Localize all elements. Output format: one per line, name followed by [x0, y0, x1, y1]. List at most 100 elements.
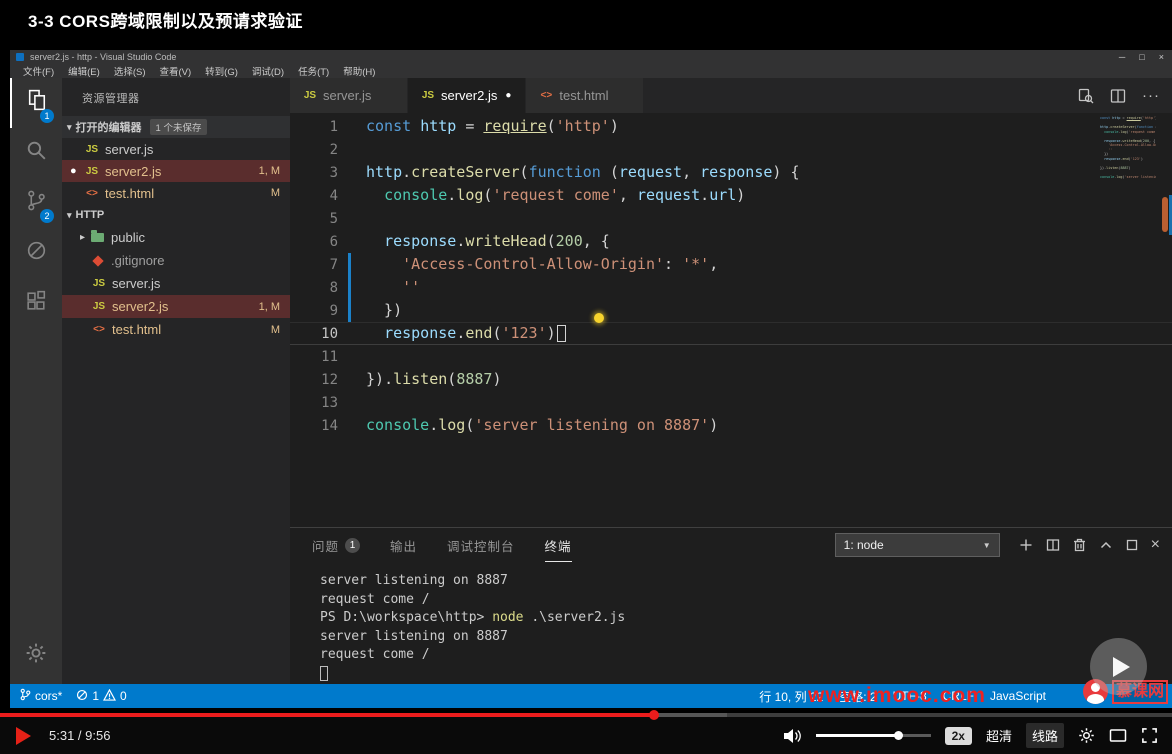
menu-item[interactable]: 查看(V) [152, 64, 198, 78]
open-editor-item[interactable]: <> test.html M [62, 182, 290, 204]
code-token: request [636, 186, 701, 204]
panel-tab-label: 终端 [544, 539, 572, 554]
activitybar-debug[interactable] [10, 228, 62, 278]
file-tree-item[interactable]: JS server2.js 1, M [62, 295, 290, 318]
folder-header[interactable]: ▾ HTTP [62, 204, 290, 226]
quality-button[interactable]: 超清 [986, 726, 1012, 745]
open-editors-header[interactable]: ▾ 打开的编辑器 1 个未保存 [62, 116, 290, 138]
volume-slider[interactable] [815, 731, 931, 740]
dirty-dot: ● [70, 165, 77, 177]
activitybar-extensions[interactable] [10, 278, 62, 328]
terminal-picker[interactable]: 1: node ▼ [834, 533, 1000, 557]
vscode-logo-icon [16, 53, 24, 61]
code-token: }) [366, 301, 403, 319]
menu-item[interactable]: 编辑(E) [61, 64, 107, 78]
settings-gear-icon[interactable] [10, 628, 62, 678]
close-panel-icon[interactable]: × [1151, 536, 1160, 554]
code-token: : [664, 255, 683, 273]
minimap-token: '123' [1130, 156, 1141, 161]
speed-button[interactable]: 2x [944, 726, 972, 745]
minimap-token: createServer [1110, 125, 1135, 129]
fullscreen-icon[interactable] [1141, 727, 1158, 744]
menu-item[interactable]: 帮助(H) [336, 64, 382, 78]
menu-item[interactable]: 文件(F) [16, 64, 61, 78]
statusbar-left: cors* 1 0 [20, 688, 127, 704]
file-tree-item[interactable]: JS server.js [62, 272, 290, 295]
activitybar-search[interactable] [10, 128, 62, 178]
code-token: response [384, 232, 457, 250]
volume-icon[interactable] [782, 728, 802, 744]
activitybar-explorer[interactable]: 1 [10, 78, 62, 128]
route-button[interactable]: 线路 [1025, 723, 1064, 748]
editor-tab[interactable]: JS server.js [290, 78, 408, 113]
problems-indicator[interactable]: 1 0 [76, 688, 127, 704]
kill-terminal-icon[interactable] [1073, 538, 1086, 552]
split-editor-icon[interactable] [1110, 88, 1126, 104]
open-preview-icon[interactable] [1078, 88, 1094, 104]
split-terminal-icon[interactable] [1046, 538, 1060, 552]
panel-tab[interactable]: 调试控制台 [447, 528, 515, 562]
terminal-token: server listening on 8887 [320, 628, 508, 644]
new-terminal-icon[interactable] [1019, 538, 1033, 552]
play-button[interactable] [16, 726, 31, 745]
code-token: ) [609, 117, 619, 135]
controls-row: 5:31 / 9:56 2x 超清 线路 [0, 717, 1172, 754]
file-tree-item[interactable]: .gitignore [62, 249, 290, 272]
menu-item[interactable]: 转到(G) [198, 64, 245, 78]
maximize-icon[interactable]: □ [1139, 52, 1144, 62]
file-tree-item[interactable]: <> test.html M [62, 318, 290, 341]
player-settings-gear-icon[interactable] [1078, 727, 1095, 744]
menu-item[interactable]: 任务(T) [291, 64, 336, 78]
activitybar-source-control[interactable]: 2 [10, 178, 62, 228]
maximize-panel-icon[interactable] [1126, 539, 1138, 551]
code-token: response [700, 163, 773, 181]
code-token: console [366, 416, 430, 434]
menu-item[interactable]: 选择(S) [107, 64, 153, 78]
terminal[interactable]: server listening on 8887 request come / PS… [320, 572, 1152, 683]
menu-item[interactable]: 调试(D) [245, 64, 291, 78]
code-editor[interactable]: 1 const http = require('http') 2 3 http.crea… [290, 113, 1172, 527]
editor-tab[interactable]: JS server2.js ● [408, 78, 527, 113]
git-branch-indicator[interactable]: cors* [20, 688, 62, 704]
more-actions-icon[interactable]: ··· [1142, 87, 1160, 104]
code-token: . [384, 370, 394, 388]
panel-tab[interactable]: 输出 [390, 528, 417, 562]
terminal-line: PS D:\workspace\http> node .\server2.js [320, 609, 1152, 628]
lesson-title: 3-3 CORS跨域限制以及预请求验证 [28, 12, 303, 31]
panel-tab[interactable]: 终端 [545, 528, 572, 562]
minimize-icon[interactable]: ─ [1119, 52, 1125, 62]
tab-label: test.html [559, 88, 609, 103]
overlay-play-button[interactable] [1090, 638, 1147, 695]
statusbar-item[interactable]: JavaScript [990, 689, 1046, 703]
terminal-token: request come / [320, 591, 430, 607]
warning-icon [102, 688, 117, 704]
explorer-badge: 1 [40, 109, 54, 123]
code-line: 7 'Access-Control-Allow-Origin': '*', [290, 253, 1172, 276]
overview-warning-marker [1162, 197, 1168, 232]
video-frame: 3-3 CORS跨域限制以及预请求验证 server2.js - http - … [0, 0, 1172, 754]
editor-scrollbar[interactable] [1158, 113, 1172, 527]
debug-icon [24, 238, 49, 268]
code-line: 3 http.createServer(function (request, re… [290, 161, 1172, 184]
minimap[interactable]: const http = require('http')http.createS… [1100, 116, 1156, 179]
panel-tab[interactable]: 问题 1 [312, 528, 361, 562]
code-token: ) [546, 324, 556, 342]
open-editor-item[interactable]: ● JS server2.js 1, M [62, 160, 290, 182]
code-token: 'http' [555, 117, 610, 135]
file-name: server2.js [105, 163, 162, 179]
theater-mode-icon[interactable] [1109, 728, 1127, 743]
file-tree-item[interactable]: ▸ public [62, 226, 290, 249]
code-token: ( [519, 163, 529, 181]
chevron-up-icon[interactable] [1099, 538, 1113, 552]
html-file-icon: <> [540, 90, 553, 101]
code-token: const [366, 117, 421, 135]
open-editor-item[interactable]: JS server.js [62, 138, 290, 160]
editor-tab[interactable]: <> test.html [526, 78, 645, 113]
code-token: http [420, 117, 457, 135]
minimap-token: , { [1149, 138, 1156, 143]
volume-handle[interactable] [894, 731, 904, 740]
line-number: 10 [321, 326, 338, 342]
close-icon[interactable]: × [1159, 52, 1164, 62]
